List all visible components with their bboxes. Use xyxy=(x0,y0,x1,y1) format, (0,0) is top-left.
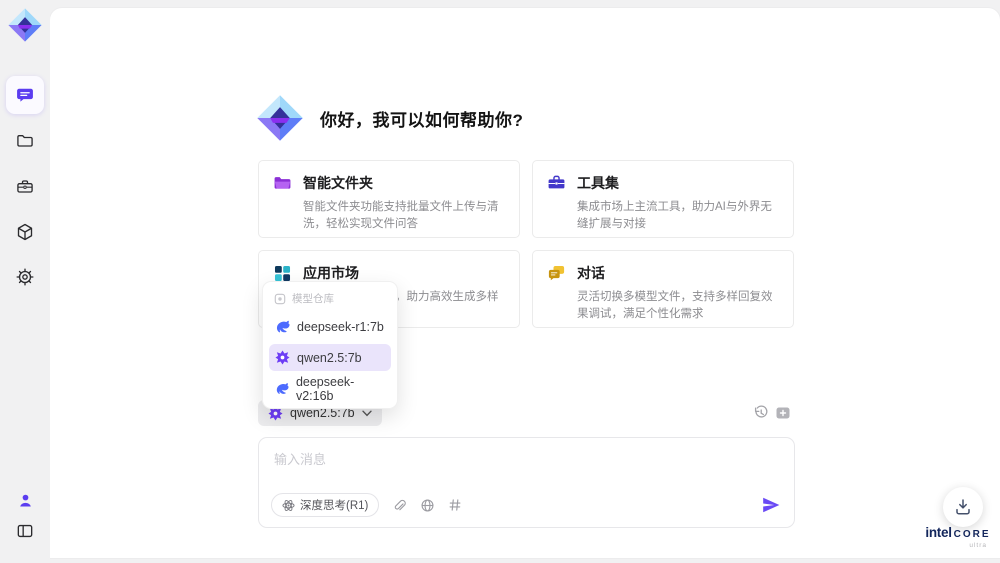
chat-input[interactable] xyxy=(272,447,776,493)
hero-gem-logo-icon xyxy=(254,92,306,144)
smart-folder-icon xyxy=(274,176,291,189)
history-icon xyxy=(754,405,768,418)
new-chat-icon xyxy=(776,407,790,419)
repository-icon xyxy=(274,293,286,304)
sidebar-item-folders[interactable] xyxy=(6,122,44,160)
model-dropdown: 模型仓库 deepseek-r1:7b qwen2.5:7b deepseek-… xyxy=(262,281,398,409)
send-button[interactable] xyxy=(760,494,782,516)
app-window: { "colors": { "accent_purple": "#6a4af5"… xyxy=(0,0,1000,563)
model-option-label: deepseek-v2:16b xyxy=(295,374,355,403)
sidebar-item-collapse[interactable] xyxy=(6,512,44,550)
model-option-label: deepseek-r1:7b xyxy=(297,319,384,334)
chat-input-toolbar: 深度思考(R1) xyxy=(271,493,782,517)
cube-icon xyxy=(17,223,33,241)
sidebar-item-chat[interactable] xyxy=(6,76,44,114)
sidebar-item-toolbox[interactable] xyxy=(6,168,44,206)
model-option-deepseek-r1[interactable]: deepseek-r1:7b xyxy=(269,313,391,340)
intel-wordmark: intel xyxy=(925,525,952,540)
card-smart-folder[interactable]: 智能文件夹 智能文件夹功能支持批量文件上传与清洗，轻松实现文件问答 xyxy=(258,160,520,238)
card-dialog[interactable]: 对话 灵活切换多模型文件，支持多样回复效果调试，满足个性化需求 xyxy=(532,250,794,328)
download-fab[interactable] xyxy=(943,487,983,527)
briefcase-icon xyxy=(17,180,33,193)
grid-icon xyxy=(449,499,461,511)
card-desc: 智能文件夹功能支持批量文件上传与清洗，轻松实现文件问答 xyxy=(303,201,499,231)
model-dropdown-header: 模型仓库 xyxy=(269,288,391,313)
deepseek-whale-icon xyxy=(276,320,290,333)
intel-core-logo: intel CORE ultra xyxy=(925,525,991,550)
dialog-icon xyxy=(548,265,565,280)
chat-input-box: 深度思考(R1) xyxy=(258,437,795,528)
prompts-button[interactable] xyxy=(447,497,463,513)
attach-button[interactable] xyxy=(391,497,407,513)
card-title: 智能文件夹 xyxy=(303,175,373,191)
chevron-down-icon xyxy=(361,410,372,416)
sidebar-item-settings[interactable] xyxy=(6,258,44,296)
greeting-title: 你好，我可以如何帮助你? xyxy=(320,111,524,130)
new-chat-button[interactable] xyxy=(774,404,792,422)
chat-bubble-icon xyxy=(17,88,33,102)
model-dropdown-header-label: 模型仓库 xyxy=(292,293,334,305)
user-icon xyxy=(19,494,31,506)
panel-icon xyxy=(17,524,33,538)
sidebar-item-models[interactable] xyxy=(6,213,44,251)
paperclip-icon xyxy=(395,499,407,511)
app-logo xyxy=(6,6,44,44)
gear-icon xyxy=(16,268,34,286)
web-search-button[interactable] xyxy=(419,497,435,513)
send-icon xyxy=(763,497,780,513)
deep-think-toggle[interactable]: 深度思考(R1) xyxy=(271,493,380,517)
deepseek-whale-icon xyxy=(276,383,289,394)
sidebar xyxy=(0,0,50,563)
model-option-qwen[interactable]: qwen2.5:7b xyxy=(269,344,391,371)
ultra-badge: ultra xyxy=(969,542,987,549)
download-icon xyxy=(956,499,970,515)
card-desc: 灵活切换多模型文件，支持多样回复效果调试，满足个性化需求 xyxy=(577,291,773,321)
model-option-deepseek-v2[interactable]: deepseek-v2:16b xyxy=(269,374,391,403)
globe-icon xyxy=(421,498,434,512)
card-title: 对话 xyxy=(577,265,605,281)
gem-logo-icon xyxy=(8,8,42,42)
app-market-icon xyxy=(274,265,291,281)
toolbox-icon xyxy=(548,175,565,188)
history-button[interactable] xyxy=(752,404,770,422)
model-option-label: qwen2.5:7b xyxy=(297,350,362,365)
deep-think-label: 深度思考(R1) xyxy=(300,500,369,512)
core-wordmark: CORE xyxy=(953,529,991,540)
card-toolset[interactable]: 工具集 集成市场上主流工具，助力AI与外界无缝扩展与对接 xyxy=(532,160,794,238)
qwen-icon xyxy=(275,350,290,365)
card-desc: 集成市场上主流工具，助力AI与外界无缝扩展与对接 xyxy=(577,201,772,231)
atom-icon xyxy=(282,499,295,511)
card-title: 应用市场 xyxy=(303,265,359,281)
folder-icon xyxy=(17,135,33,147)
card-title: 工具集 xyxy=(577,175,619,191)
